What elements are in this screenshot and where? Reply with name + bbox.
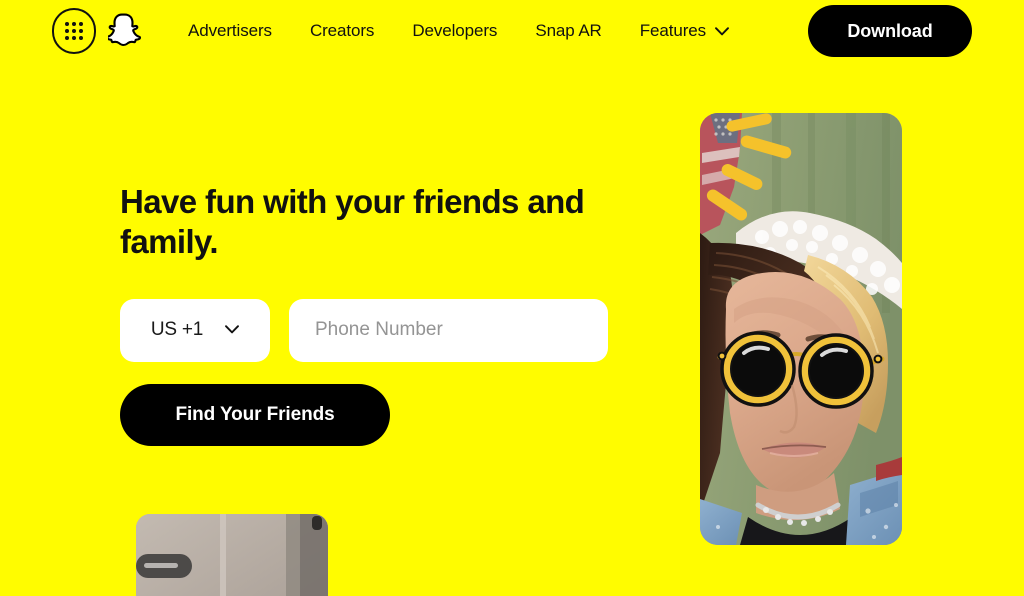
top-navigation-bar: Advertisers Creators Developers Snap AR … bbox=[0, 0, 1024, 62]
nav-link-creators[interactable]: Creators bbox=[310, 15, 374, 47]
snapchat-ghost-icon[interactable] bbox=[108, 13, 142, 49]
nav-link-advertisers[interactable]: Advertisers bbox=[188, 15, 272, 47]
page-title: Have fun with your friends and family. bbox=[120, 183, 585, 261]
page-root: Advertisers Creators Developers Snap AR … bbox=[0, 0, 1024, 596]
logo-group bbox=[52, 8, 142, 54]
chevron-down-icon bbox=[715, 21, 729, 41]
download-button[interactable]: Download bbox=[808, 5, 972, 57]
grid-icon[interactable] bbox=[52, 8, 96, 54]
secondary-photo-card bbox=[136, 514, 328, 596]
nav-link-snap-ar[interactable]: Snap AR bbox=[535, 15, 602, 47]
chevron-down-icon bbox=[225, 321, 240, 339]
hero-section: Have fun with your friends and family. U… bbox=[120, 182, 620, 446]
nav-link-developers[interactable]: Developers bbox=[412, 15, 497, 47]
find-your-friends-button[interactable]: Find Your Friends bbox=[120, 383, 390, 446]
country-code-value: US +1 bbox=[150, 319, 204, 340]
nav-links: Advertisers Creators Developers Snap AR … bbox=[188, 15, 729, 47]
phone-number-input[interactable] bbox=[289, 298, 608, 362]
phone-signup-form: US +1 bbox=[120, 298, 620, 362]
grid-icon-dots bbox=[65, 22, 83, 40]
snapchat-lens-photo bbox=[700, 113, 902, 545]
nav-link-features[interactable]: Features bbox=[640, 15, 729, 47]
country-code-select[interactable]: US +1 bbox=[120, 298, 270, 362]
nav-link-features-label: Features bbox=[639, 21, 707, 40]
